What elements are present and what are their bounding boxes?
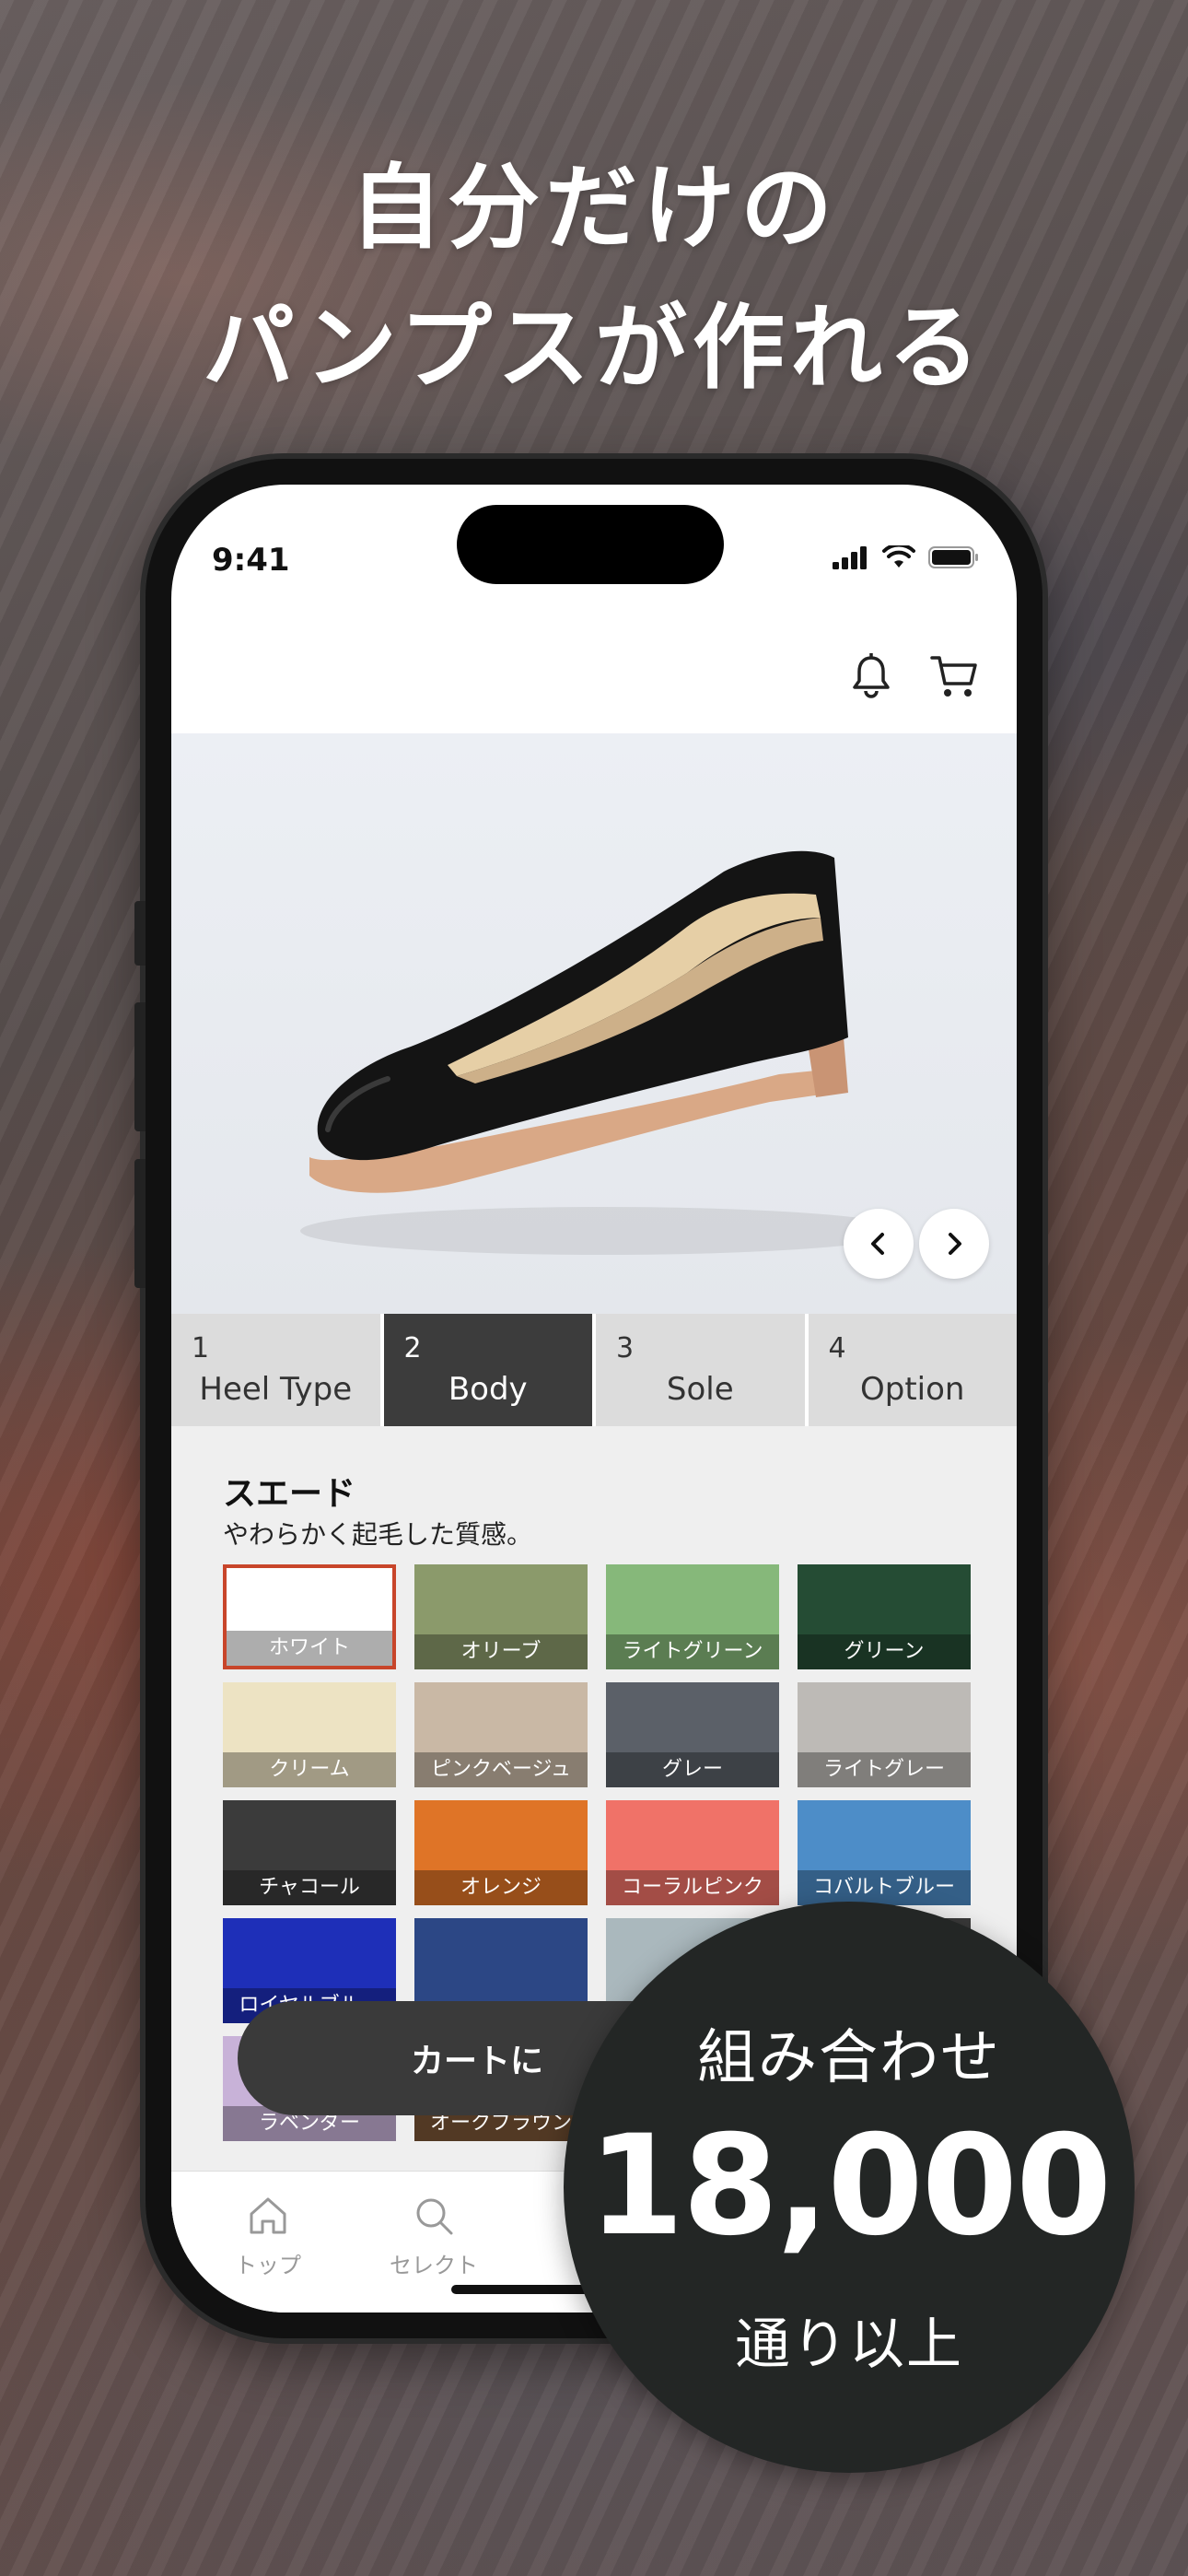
color-swatch-label: クリーム [223, 1752, 396, 1787]
headline: 自分だけの パンプスが作れる [0, 138, 1188, 418]
action-button [134, 901, 146, 966]
tab-number: 3 [616, 1332, 635, 1364]
color-swatch[interactable]: ライトグリーン [606, 1564, 779, 1669]
color-swatch-label: グリーン [798, 1634, 971, 1669]
tab-label: Body [448, 1371, 528, 1408]
color-swatch-label: ライトグリーン [606, 1634, 779, 1669]
color-swatch[interactable]: グレー [606, 1682, 779, 1787]
material-title: スエード [223, 1475, 356, 1513]
color-swatch[interactable]: ホワイト [223, 1564, 396, 1669]
header-actions [845, 650, 980, 702]
tab-bar-item-select[interactable]: セレクト [365, 2192, 503, 2279]
material-description: やわらかく起毛した質感。 [223, 1519, 533, 1550]
status-icons [833, 545, 980, 569]
volume-up-button [134, 1002, 146, 1131]
color-swatch[interactable]: クリーム [223, 1682, 396, 1787]
wifi-icon [882, 545, 915, 568]
bell-icon[interactable] [845, 650, 897, 702]
tab-option[interactable]: 4 Option [808, 1314, 1017, 1426]
search-icon [416, 2198, 453, 2235]
combination-badge: 組み合わせ 18,000 通り以上 [564, 1902, 1135, 2473]
chevron-left-icon [871, 1233, 884, 1255]
color-swatch[interactable]: ライトグレー [798, 1682, 971, 1787]
color-swatch[interactable]: コーラルピンク [606, 1800, 779, 1905]
signal-icon [833, 546, 867, 569]
chevron-right-icon [949, 1233, 961, 1255]
color-swatch[interactable]: ピンクベージュ [414, 1682, 588, 1787]
tab-number: 1 [192, 1332, 210, 1364]
tab-bar-label: セレクト [390, 2253, 478, 2278]
color-swatch-label: コーラルピンク [606, 1870, 779, 1905]
product-image [171, 733, 1017, 1314]
color-swatch-label: コバルトブルー [798, 1870, 971, 1905]
tab-sole[interactable]: 3 Sole [596, 1314, 805, 1426]
step-tabs: 1 Heel Type 2 Body 3 Sole 4 Option [171, 1314, 1017, 1426]
color-swatch-label: ピンクベージュ [414, 1752, 588, 1787]
tab-number: 4 [828, 1332, 846, 1364]
dynamic-island [457, 505, 724, 584]
tab-label: Heel Type [199, 1371, 353, 1408]
badge-caption-bottom: 通り以上 [735, 2313, 963, 2377]
badge-number: 18,000 [588, 2106, 1112, 2266]
status-time: 9:41 [212, 542, 290, 579]
color-swatch-label: オレンジ [414, 1870, 588, 1905]
color-swatch-label: ライトグレー [798, 1752, 971, 1787]
color-swatch[interactable]: チャコール [223, 1800, 396, 1905]
next-image-button[interactable] [919, 1209, 989, 1279]
tab-number: 2 [403, 1332, 422, 1364]
badge-caption-top: 組み合わせ [697, 2024, 1001, 2092]
tab-label: Option [860, 1371, 965, 1408]
color-swatch[interactable]: オレンジ [414, 1800, 588, 1905]
tab-label: Sole [666, 1371, 734, 1408]
tab-bar-item-top[interactable]: トップ [199, 2192, 337, 2279]
tab-bar-label: トップ [235, 2253, 301, 2278]
home-icon [250, 2197, 286, 2234]
headline-line2: パンプスが作れる [203, 294, 985, 402]
color-swatch-label: ホワイト [227, 1631, 392, 1666]
tab-heel-type[interactable]: 1 Heel Type [171, 1314, 380, 1426]
prev-image-button[interactable] [844, 1209, 914, 1279]
color-swatch-label: チャコール [223, 1870, 396, 1905]
cart-icon[interactable] [928, 650, 980, 702]
color-swatch-label: グレー [606, 1752, 779, 1787]
headline-line1: 自分だけの [350, 154, 838, 262]
battery-icon [928, 546, 978, 568]
volume-down-button [134, 1159, 146, 1288]
color-swatch[interactable]: コバルトブルー [798, 1800, 971, 1905]
color-swatch[interactable]: グリーン [798, 1564, 971, 1669]
color-swatch-label: オリーブ [414, 1634, 588, 1669]
tab-body[interactable]: 2 Body [383, 1314, 592, 1426]
color-swatch[interactable]: オリーブ [414, 1564, 588, 1669]
